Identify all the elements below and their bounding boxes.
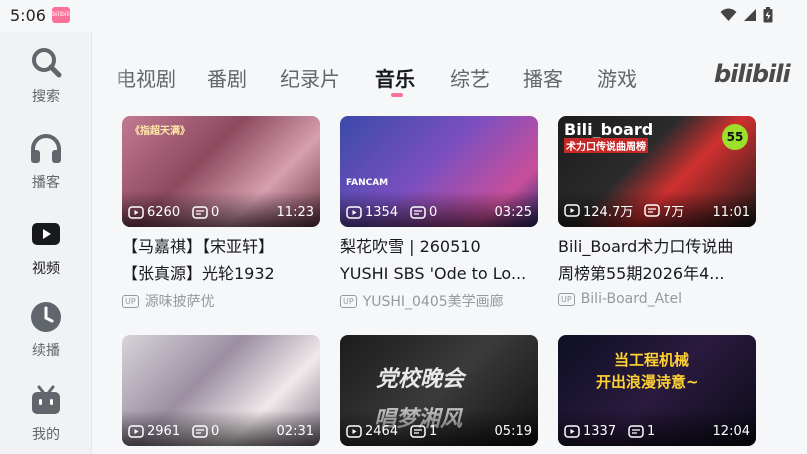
video-thumbnail[interactable]: FANCAM 1354 0 03:25 <box>340 116 538 227</box>
tab-anime[interactable]: 番剧 <box>207 63 247 92</box>
bilibili-notification-icon: bilibili <box>52 7 70 23</box>
clock-icon <box>29 300 63 334</box>
search-icon <box>29 46 63 80</box>
danmaku-icon <box>628 425 644 438</box>
thumbnail-text: Bili_board <box>564 120 654 139</box>
video-duration: 02:31 <box>276 424 314 439</box>
thumbnail-text: 党校晚会 <box>376 367 465 392</box>
tab-podcast[interactable]: 播客 <box>523 63 563 92</box>
thumbnail-text: FANCAM <box>346 178 389 188</box>
tab-music[interactable]: 音乐 <box>375 63 415 92</box>
tv-face-icon <box>29 384 63 418</box>
play-count-icon <box>128 206 144 219</box>
video-duration: 11:01 <box>712 205 750 220</box>
sidebar: 搜索 播客 视频 续播 我的 <box>0 32 92 454</box>
sidebar-item-label: 续播 <box>32 343 60 359</box>
video-title[interactable]: Bili_Board术力口传说曲 周榜第55期2026年4... <box>558 233 756 287</box>
video-duration: 03:25 <box>494 205 532 220</box>
danmaku-icon <box>192 425 208 438</box>
video-thumbnail[interactable]: 党校晚会 唱梦湘风 2464 1 05:19 <box>340 335 538 446</box>
danmaku-count: 0 <box>192 205 219 220</box>
danmaku-count: 0 <box>410 205 437 220</box>
uploader-name: 源味披萨优 <box>144 294 215 310</box>
video-thumbnail[interactable]: Bili_board 术力口传说曲周榜 55 124.7万 7万 11:01 <box>558 116 756 227</box>
video-card[interactable]: FANCAM 1354 0 03:25 梨花吹雪 | 260510 YUSHI … <box>340 116 538 311</box>
play-video-icon <box>29 218 63 252</box>
sidebar-item-mine[interactable]: 我的 <box>0 384 92 454</box>
play-count: 1337 <box>564 424 616 439</box>
danmaku-icon <box>192 206 208 219</box>
video-thumbnail[interactable]: 2961 0 02:31 <box>122 335 320 446</box>
play-count: 1354 <box>346 205 398 220</box>
status-time: 5:06 <box>10 6 46 25</box>
tab-games[interactable]: 游戏 <box>597 63 637 92</box>
play-count-icon <box>346 206 362 219</box>
danmaku-count: 1 <box>410 424 437 439</box>
video-thumbnail[interactable]: 当工程机械 开出浪漫诗意~ 1337 1 12:04 <box>558 335 756 446</box>
video-card[interactable]: Bili_board 术力口传说曲周榜 55 124.7万 7万 11:01 B… <box>558 116 756 307</box>
status-icons <box>720 7 773 23</box>
play-count: 6260 <box>128 205 180 220</box>
play-count-icon <box>128 425 144 438</box>
sidebar-item-label: 我的 <box>32 427 60 443</box>
play-count: 124.7万 <box>564 201 633 220</box>
danmaku-count: 1 <box>628 424 655 439</box>
sidebar-item-video[interactable]: 视频 <box>0 218 92 292</box>
play-count: 2464 <box>346 424 398 439</box>
status-bar: 5:06 bilibili <box>0 0 807 32</box>
play-count-icon <box>564 204 580 217</box>
play-count: 2961 <box>128 424 180 439</box>
video-duration: 11:23 <box>276 205 314 220</box>
video-card[interactable]: 党校晚会 唱梦湘风 2464 1 05:19 <box>340 335 538 446</box>
play-count-icon <box>564 425 580 438</box>
video-card[interactable]: 当工程机械 开出浪漫诗意~ 1337 1 12:04 <box>558 335 756 446</box>
sidebar-item-label: 搜索 <box>32 89 60 105</box>
sidebar-item-label: 播客 <box>32 175 60 191</box>
danmaku-count: 7万 <box>644 201 684 220</box>
thumbnail-text: 《指超天满》 <box>130 126 190 137</box>
sidebar-item-label: 视频 <box>32 261 60 277</box>
thumbnail-subtext: 开出浪漫诗意~ <box>596 373 699 391</box>
video-title[interactable]: 梨花吹雪 | 260510 YUSHI SBS 'Ode to Lo... <box>340 233 538 287</box>
video-duration: 05:19 <box>494 424 532 439</box>
danmaku-icon <box>410 206 426 219</box>
video-card[interactable]: 《指超天满》 6260 0 11:23 【马嘉祺】【宋亚轩】 【张真源】光轮19… <box>122 116 320 311</box>
danmaku-count: 0 <box>192 424 219 439</box>
uploader-name: YUSHI_0405美学画廊 <box>362 294 504 310</box>
uploader[interactable]: UP YUSHI_0405美学画廊 <box>340 291 538 311</box>
up-badge-icon: UP <box>340 294 357 308</box>
wifi-icon <box>720 8 737 21</box>
video-card[interactable]: 2961 0 02:31 <box>122 335 320 446</box>
danmaku-icon <box>410 425 426 438</box>
up-badge-icon: UP <box>558 292 575 306</box>
headphones-icon <box>29 132 63 166</box>
sidebar-item-podcast[interactable]: 播客 <box>0 132 92 206</box>
episode-badge: 55 <box>722 124 748 150</box>
uploader[interactable]: UP 源味披萨优 <box>122 291 320 311</box>
up-badge-icon: UP <box>122 294 139 308</box>
video-duration: 12:04 <box>712 424 750 439</box>
video-title[interactable]: 【马嘉祺】【宋亚轩】 【张真源】光轮1932 <box>122 233 320 287</box>
active-tab-indicator <box>391 93 403 97</box>
tabs-fade <box>92 32 132 110</box>
video-thumbnail[interactable]: 《指超天满》 6260 0 11:23 <box>122 116 320 227</box>
sidebar-item-search[interactable]: 搜索 <box>0 46 92 120</box>
sidebar-item-continue[interactable]: 续播 <box>0 300 92 374</box>
thumbnail-subtext: 术力口传说曲周榜 <box>564 138 648 153</box>
battery-icon <box>763 7 773 23</box>
uploader-name: Bili-Board_Atel <box>580 291 682 307</box>
danmaku-icon <box>644 204 660 217</box>
bilibili-logo: bilibili <box>714 60 791 88</box>
play-count-icon <box>346 425 362 438</box>
uploader[interactable]: UP Bili-Board_Atel <box>558 291 756 307</box>
category-tabs: 电视剧 番剧 纪录片 音乐 综艺 播客 游戏 <box>92 32 807 110</box>
signal-icon <box>744 9 756 21</box>
thumbnail-text: 当工程机械 <box>614 351 690 369</box>
tab-variety[interactable]: 综艺 <box>450 63 490 92</box>
tab-documentary[interactable]: 纪录片 <box>280 63 340 92</box>
